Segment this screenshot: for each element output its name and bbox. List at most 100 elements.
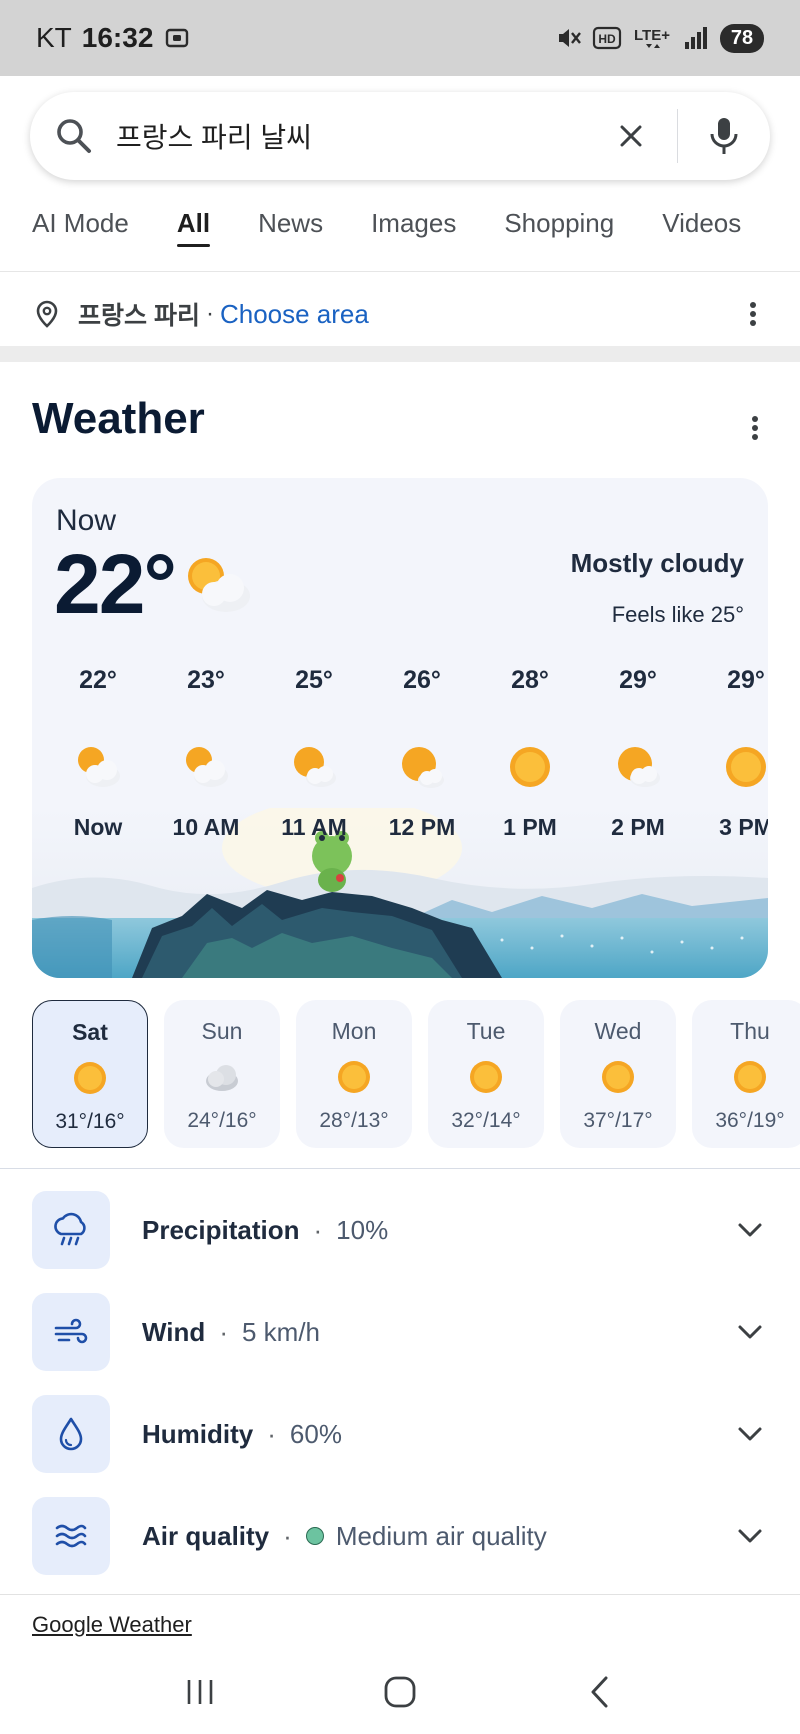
location-pin-icon <box>32 299 62 329</box>
air-quality-dot <box>305 1527 324 1545</box>
hour-item: 29° 3 PM <box>696 660 768 841</box>
tab-news[interactable]: News <box>258 196 323 251</box>
day-card-wed[interactable]: Wed 37°/17° <box>560 1000 676 1148</box>
detail-row-humidity[interactable]: Humidity · 60% <box>0 1394 800 1474</box>
day-name: Sun <box>201 1018 243 1044</box>
day-temperatures: 31°/16° <box>55 1110 125 1133</box>
clear-search-button[interactable] <box>609 114 653 158</box>
detail-row-precipitation[interactable]: Precipitation · 10% <box>0 1190 800 1270</box>
day-temperatures: 36°/19° <box>715 1109 785 1132</box>
status-right: HD LTE+ 78 <box>554 23 764 53</box>
tab-all[interactable]: All <box>176 196 211 251</box>
hour-temperature: 25° <box>295 666 333 694</box>
search-tabs: AI Mode All News Images Shopping Videos <box>0 196 800 272</box>
daily-forecast: Sat 31°/16° Sun 24°/16° Mon 28°/13° Tue … <box>32 1000 800 1150</box>
day-card-mon[interactable]: Mon 28°/13° <box>296 1000 412 1148</box>
hour-label: 3 PM <box>719 814 768 840</box>
status-left: KT 16:32 <box>36 22 191 54</box>
expand-button[interactable] <box>732 1314 768 1350</box>
search-bar[interactable]: 프랑스 파리 날씨 <box>30 92 770 180</box>
sun-icon <box>734 1061 766 1093</box>
location-more-button[interactable] <box>738 299 768 329</box>
detail-label: Wind <box>142 1316 206 1347</box>
day-temperatures: 24°/16° <box>187 1109 257 1132</box>
day-name: Wed <box>594 1018 642 1044</box>
tab-shopping[interactable]: Shopping <box>504 196 614 251</box>
hour-item: 22° Now <box>48 660 148 841</box>
battery-indicator: 78 <box>720 23 764 53</box>
section-band <box>0 346 800 362</box>
sun-behind-cloud-icon <box>402 747 444 788</box>
tab-videos[interactable]: Videos <box>662 196 741 251</box>
hour-temperature: 28° <box>511 666 549 694</box>
close-icon <box>620 125 642 147</box>
svg-text:HD: HD <box>598 32 616 46</box>
sun-behind-cloud-icon <box>188 558 250 612</box>
hour-item: 26° 12 PM <box>372 660 472 841</box>
carrier-label: KT <box>36 22 72 53</box>
hd-voice-icon: HD <box>592 25 622 51</box>
location-separator: · <box>205 300 214 327</box>
expand-button[interactable] <box>732 1212 768 1248</box>
hour-item: 25° 11 AM <box>264 660 364 841</box>
location-row: 프랑스 파리 · Choose area <box>0 280 800 348</box>
section-divider <box>0 1168 800 1169</box>
microphone-icon <box>710 118 738 154</box>
detail-separator: · <box>267 1418 276 1449</box>
back-icon <box>591 1676 608 1708</box>
recents-icon <box>187 1680 213 1704</box>
expand-button[interactable] <box>732 1416 768 1452</box>
hour-temperature: 23° <box>187 666 225 694</box>
tab-images[interactable]: Images <box>371 196 456 251</box>
back-button[interactable] <box>570 1662 630 1722</box>
search-divider <box>677 109 678 163</box>
voice-search-button[interactable] <box>702 114 746 158</box>
day-name: Tue <box>466 1018 506 1044</box>
sun-icon <box>510 747 550 787</box>
signal-icon <box>682 24 710 52</box>
more-vert-icon <box>750 302 756 326</box>
detail-label: Humidity <box>142 1418 254 1449</box>
day-card-sun[interactable]: Sun 24°/16° <box>164 1000 280 1148</box>
recent-apps-button[interactable] <box>170 1662 230 1722</box>
hour-label: 2 PM <box>611 814 665 840</box>
day-card-tue[interactable]: Tue 32°/14° <box>428 1000 544 1148</box>
detail-value: 10% <box>336 1214 389 1245</box>
google-weather-link[interactable]: Google Weather <box>32 1612 192 1638</box>
detail-value: 60% <box>289 1418 342 1449</box>
home-button[interactable] <box>370 1662 430 1722</box>
wind-icon <box>54 1318 88 1344</box>
day-temperatures: 28°/13° <box>319 1109 389 1132</box>
detail-row-wind[interactable]: Wind · 5 km/h <box>0 1292 800 1372</box>
chevron-down-icon <box>738 1427 762 1441</box>
detail-label: Precipitation <box>142 1214 300 1245</box>
hour-item: 23° 10 AM <box>156 660 256 841</box>
detail-label: Air quality <box>142 1520 270 1551</box>
status-bar: KT 16:32 HD LTE+ 78 <box>0 0 800 76</box>
hourly-forecast[interactable]: 22° Now 23° 10 AM 25° 11 AM 26° 12 PM 28… <box>32 660 768 840</box>
sun-behind-cloud-icon <box>618 747 660 787</box>
more-vert-icon <box>752 416 758 440</box>
detail-row-air-quality[interactable]: Air quality · Medium air quality <box>0 1496 800 1576</box>
hour-temperature: 22° <box>79 666 117 694</box>
sun-icon <box>726 747 766 787</box>
expand-button[interactable] <box>732 1518 768 1554</box>
condition-text: Mostly cloudy <box>570 548 744 578</box>
day-card-sat[interactable]: Sat 31°/16° <box>32 1000 148 1148</box>
hour-label: 10 AM <box>172 814 240 840</box>
choose-area-link[interactable]: Choose area <box>220 299 369 330</box>
search-input[interactable]: 프랑스 파리 날씨 <box>116 116 609 156</box>
sun-icon <box>74 1062 106 1094</box>
detail-icon-box <box>32 1395 110 1473</box>
weather-more-button[interactable] <box>740 410 770 446</box>
day-card-thu[interactable]: Thu 36°/19° <box>692 1000 800 1148</box>
tab-ai-mode[interactable]: AI Mode <box>32 196 129 251</box>
detail-separator: · <box>283 1520 292 1551</box>
chevron-down-icon <box>738 1223 762 1237</box>
feels-like-text: Feels like 25° <box>611 602 744 627</box>
hour-temperature: 29° <box>619 666 657 694</box>
day-temperatures: 37°/17° <box>583 1109 653 1132</box>
hour-label: 11 AM <box>281 814 347 840</box>
chevron-down-icon <box>738 1529 762 1543</box>
detail-value: Medium air quality <box>335 1520 547 1551</box>
